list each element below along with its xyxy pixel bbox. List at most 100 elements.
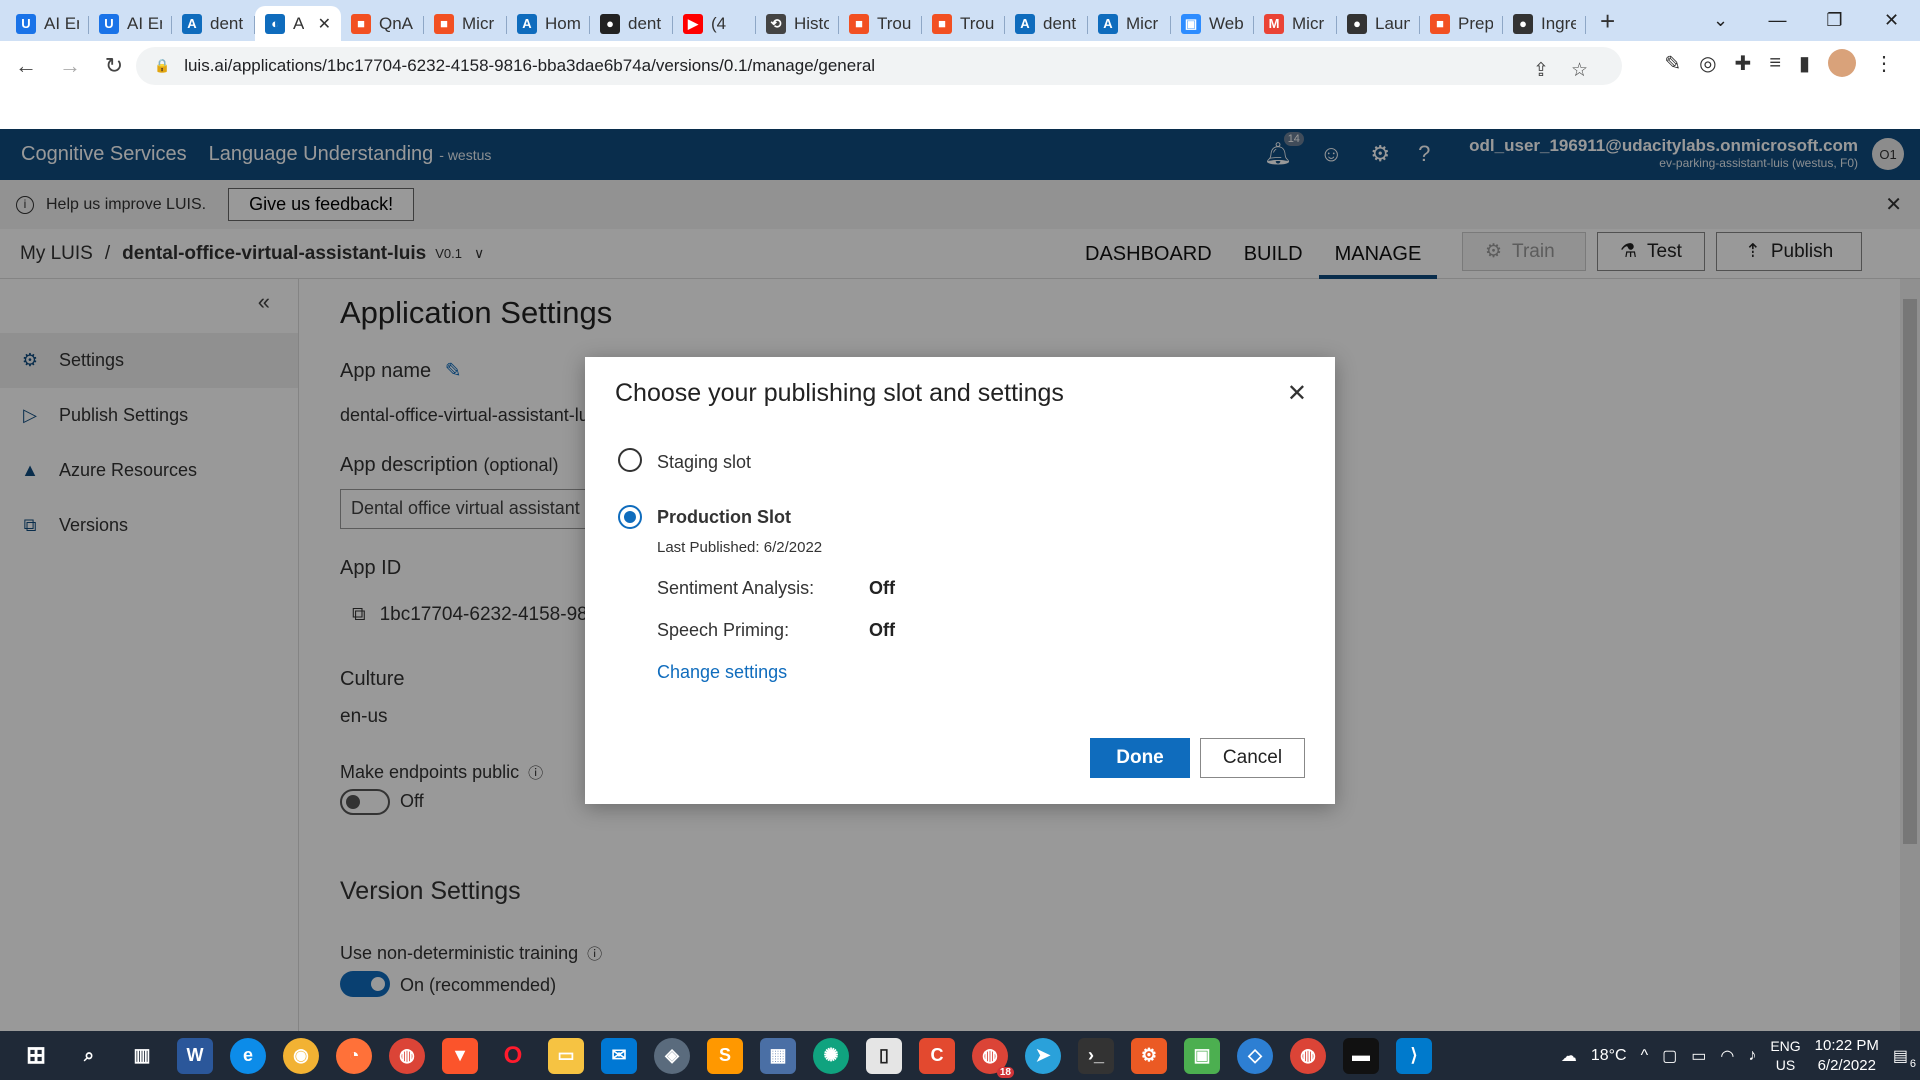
media-icon[interactable]: ≡	[1769, 52, 1781, 75]
vpn-icon[interactable]: ◈	[654, 1037, 690, 1074]
close-icon[interactable]: ✕	[1287, 379, 1307, 408]
browser-tab[interactable]: ■ Troul	[922, 6, 1005, 41]
language-indicator[interactable]: ENG US	[1770, 1037, 1800, 1075]
remote-desktop-icon[interactable]: ◇	[1237, 1037, 1273, 1074]
notification-center-icon[interactable]: ▤ 6	[1893, 1046, 1916, 1070]
close-tab-icon[interactable]: ✕	[318, 14, 331, 34]
battery-icon[interactable]: ▭	[1691, 1046, 1706, 1066]
browser-tab[interactable]: Adent	[172, 6, 255, 41]
browser-tab[interactable]: ▶ (4	[673, 6, 756, 41]
chrome-profile-icon[interactable]: ◍ 18	[972, 1037, 1014, 1078]
browser-tab[interactable]: ■ QnA	[341, 6, 424, 41]
tab-favicon-icon: U	[16, 13, 36, 34]
vscode-icon[interactable]: ⟩	[1396, 1037, 1432, 1074]
browser-tab[interactable]: A Micr	[1088, 6, 1171, 41]
calculator-icon[interactable]: ▦	[760, 1037, 796, 1074]
tab-favicon-icon: ⟲	[766, 13, 786, 34]
bookmark-star-icon[interactable]: ☆	[1571, 59, 1588, 82]
browser-tab[interactable]: ■ Troul	[839, 6, 922, 41]
tab-favicon-icon: ■	[849, 13, 869, 34]
browser-tab[interactable]: U AI En	[6, 6, 89, 41]
browser-tab[interactable]: ■ Prep	[1420, 6, 1503, 41]
browser-tab[interactable]: ⟲ Histo	[756, 6, 839, 41]
side-panel-icon[interactable]: ▮	[1799, 51, 1810, 76]
tray-chevron-icon[interactable]: ^	[1641, 1047, 1649, 1065]
tab-label: Ingre	[1541, 13, 1576, 33]
chrome-active-icon[interactable]: ◍	[1290, 1037, 1326, 1074]
extensions-area: ✎ ◎ ✚ ≡ ▮ ⋮	[1664, 49, 1894, 77]
url-bar[interactable]: 🔒 luis.ai/applications/1bc17704-6232-415…	[136, 47, 1622, 85]
clock[interactable]: 10:22 PM 6/2/2022	[1815, 1036, 1879, 1076]
tab-favicon-icon: ■	[351, 13, 371, 34]
tab-favicon-icon: ■	[434, 13, 454, 34]
done-button[interactable]: Done	[1090, 738, 1190, 778]
dialog-title: Choose your publishing slot and settings	[615, 379, 1064, 407]
edge-icon[interactable]: e	[230, 1037, 266, 1074]
reader-icon[interactable]: ▯	[866, 1037, 902, 1074]
opera-icon[interactable]: O	[495, 1038, 531, 1074]
windows-start-icon[interactable]: ⊞	[18, 1038, 54, 1074]
profile-avatar[interactable]	[1828, 49, 1856, 77]
browser-tab[interactable]: ◐ A ✕	[255, 6, 341, 41]
lang-top: ENG	[1770, 1037, 1801, 1054]
eyedropper-extension-icon[interactable]: ✎	[1664, 51, 1681, 76]
brave-icon[interactable]: ▼	[442, 1037, 478, 1074]
sublime-icon[interactable]: S	[707, 1037, 743, 1074]
terminal-icon[interactable]: ›_	[1078, 1037, 1114, 1074]
lock-icon[interactable]: 🔒	[154, 58, 170, 74]
firefox-icon[interactable]: ◔	[336, 1037, 372, 1074]
browser-tab[interactable]: Adent	[1005, 6, 1088, 41]
minimize-button[interactable]: —	[1749, 10, 1806, 31]
browser-tab[interactable]: ■ Micr	[424, 6, 507, 41]
production-slot-radio[interactable]	[618, 505, 642, 529]
c-app-icon[interactable]: C	[919, 1037, 955, 1074]
file-explorer-icon[interactable]: ▭	[548, 1037, 584, 1074]
chrome-icon[interactable]: ◍	[389, 1037, 425, 1074]
tab-label: Troul	[960, 13, 995, 33]
extension-icon[interactable]: ◎	[1699, 51, 1716, 76]
tab-label: dent	[210, 13, 244, 33]
office-icon[interactable]: ⚙	[1131, 1037, 1167, 1074]
browser-tab[interactable]: ▣ Web	[1171, 6, 1254, 41]
search-icon[interactable]: ⌕	[71, 1038, 107, 1074]
staging-slot-radio[interactable]	[618, 448, 642, 472]
change-settings-link[interactable]: Change settings	[657, 662, 787, 683]
tor-icon[interactable]: ◉	[283, 1037, 319, 1074]
browser-tab[interactable]: M Micr	[1254, 6, 1337, 41]
browser-tab[interactable]: U AI En	[89, 6, 172, 41]
maximize-button[interactable]: ❐	[1806, 10, 1863, 31]
time: 10:22 PM	[1814, 1036, 1879, 1054]
browser-tab[interactable]: A Hom	[507, 6, 590, 41]
telegram-icon[interactable]: ➤	[1025, 1037, 1061, 1074]
temperature[interactable]: 18°C	[1591, 1047, 1627, 1065]
production-slot-label[interactable]: Production Slot	[657, 507, 791, 528]
browser-tab[interactable]: ● dent	[590, 6, 673, 41]
tab-favicon-icon: ■	[1430, 13, 1450, 34]
browser-tab[interactable]: ● Laun	[1337, 6, 1420, 41]
close-window-button[interactable]: ✕	[1863, 10, 1920, 31]
mail-icon[interactable]: ✉	[601, 1037, 637, 1074]
meet-icon[interactable]: ▢	[1662, 1046, 1677, 1066]
task-view-icon[interactable]: ▥	[124, 1038, 160, 1074]
word-icon[interactable]: W	[177, 1037, 213, 1074]
reload-icon[interactable]: ↻	[96, 53, 132, 79]
back-icon[interactable]: ←	[8, 53, 44, 79]
browser-tab[interactable]: ● Ingre	[1503, 6, 1586, 41]
new-tab-button[interactable]: +	[1600, 6, 1615, 37]
chatgpt-icon[interactable]: ✺	[813, 1037, 849, 1074]
tab-search-icon[interactable]: ⌄	[1692, 10, 1749, 31]
weather-cloud-icon[interactable]: ☁	[1561, 1046, 1577, 1066]
cancel-button[interactable]: Cancel	[1200, 738, 1305, 778]
forward-icon[interactable]: →	[52, 53, 88, 79]
tab-favicon-icon: ■	[932, 13, 952, 34]
puzzle-extensions-icon[interactable]: ✚	[1735, 51, 1752, 76]
share-icon[interactable]: ⇪	[1533, 59, 1549, 82]
staging-slot-label[interactable]: Staging slot	[657, 452, 751, 473]
volume-icon[interactable]: ♪	[1748, 1047, 1756, 1065]
tab-favicon-icon: U	[99, 13, 119, 34]
app-green-icon[interactable]: ▣	[1184, 1037, 1220, 1074]
radio-selected-dot	[624, 511, 636, 523]
cmd-icon[interactable]: ▬	[1343, 1037, 1379, 1074]
chrome-menu-icon[interactable]: ⋮	[1874, 51, 1894, 76]
wifi-icon[interactable]: ◠	[1720, 1046, 1734, 1066]
